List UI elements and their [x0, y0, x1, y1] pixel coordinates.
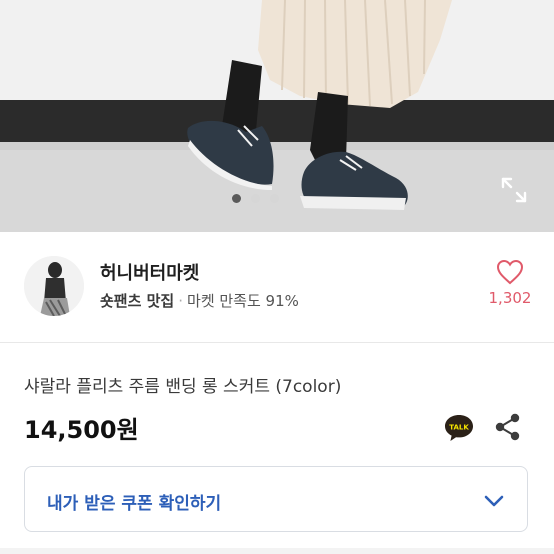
coupon-label: 내가 받은 쿠폰 확인하기 [47, 494, 222, 514]
kakao-talk-button[interactable]: TALK [443, 413, 475, 443]
like-button[interactable]: 1,302 [484, 259, 536, 307]
carousel-indicator [232, 194, 279, 203]
product-image-carousel[interactable] [0, 0, 554, 232]
like-count: 1,302 [488, 289, 532, 307]
carousel-dot[interactable] [232, 194, 241, 203]
share-icon[interactable] [494, 412, 522, 442]
shop-info-row[interactable]: 허니버터마켓 숏팬츠 맛집 · 마켓 만족도 91% 1,302 [0, 232, 554, 342]
meta-separator: · [178, 292, 184, 310]
section-divider [0, 342, 554, 343]
shop-satisfaction: 마켓 만족도 91% [187, 292, 299, 310]
coupon-check-button[interactable]: 내가 받은 쿠폰 확인하기 [24, 466, 528, 532]
product-title: 샤랄라 플리츠 주름 밴딩 롱 스커트 (7color) [24, 377, 342, 397]
product-price: 14,500원 [24, 416, 139, 444]
carousel-dot[interactable] [270, 194, 279, 203]
shop-name[interactable]: 허니버터마켓 [100, 259, 199, 285]
bottom-spacer [0, 548, 554, 554]
shop-avatar[interactable] [24, 256, 84, 316]
chevron-down-icon [484, 495, 504, 507]
carousel-dot[interactable] [251, 194, 260, 203]
shop-meta: 숏팬츠 맛집 · 마켓 만족도 91% [100, 290, 299, 311]
expand-icon[interactable] [500, 176, 528, 204]
shop-tag: 숏팬츠 맛집 [100, 292, 175, 310]
heart-outline-icon [496, 259, 524, 285]
talk-label: TALK [449, 424, 469, 432]
